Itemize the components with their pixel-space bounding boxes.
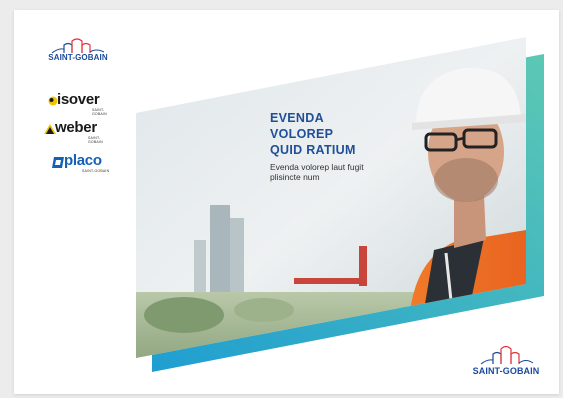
isover-tagline: SAINT-GOBAIN <box>92 108 107 116</box>
isover-wordmark: isover <box>57 91 100 108</box>
weber-logo: weber SAINT-GOBAIN <box>44 119 114 145</box>
saint-gobain-wordmark: SAINT-GOBAIN <box>472 366 540 376</box>
weber-tagline: SAINT-GOBAIN <box>88 136 103 144</box>
hero-subtitle: Evenda volorep laut fugit plisincte num <box>270 162 364 182</box>
hero-title-line: EVENDA <box>270 111 324 125</box>
weber-wordmark: weber <box>55 119 97 136</box>
hero-title: EVENDA VOLOREP QUID RATIUM <box>270 110 420 158</box>
saint-gobain-arch-icon <box>480 345 534 365</box>
placo-wordmark: placo <box>64 152 102 169</box>
placo-logo-icon <box>52 157 64 168</box>
hero-text-block: EVENDA VOLOREP QUID RATIUM Evenda volore… <box>270 110 420 182</box>
saint-gobain-arch-icon <box>51 38 105 54</box>
saint-gobain-wordmark: SAINT-GOBAIN <box>48 53 108 62</box>
hero-photo-frame <box>136 37 544 372</box>
placo-tagline: SAINT-GOBAIN <box>82 169 110 173</box>
hero-title-line: VOLOREP <box>270 127 334 141</box>
isover-logo: isover SAINT-GOBAIN <box>48 91 118 117</box>
footer-saint-gobain-logo: SAINT-GOBAIN <box>461 343 551 377</box>
saint-gobain-logo: SAINT-GOBAIN <box>34 36 122 66</box>
hero-title-line: QUID RATIUM <box>270 143 356 157</box>
placo-logo: placo SAINT-GOBAIN <box>52 152 122 178</box>
hero-banner: EVENDA VOLOREP QUID RATIUM Evenda volore… <box>14 10 559 394</box>
brochure-page: EVENDA VOLOREP QUID RATIUM Evenda volore… <box>14 10 559 394</box>
